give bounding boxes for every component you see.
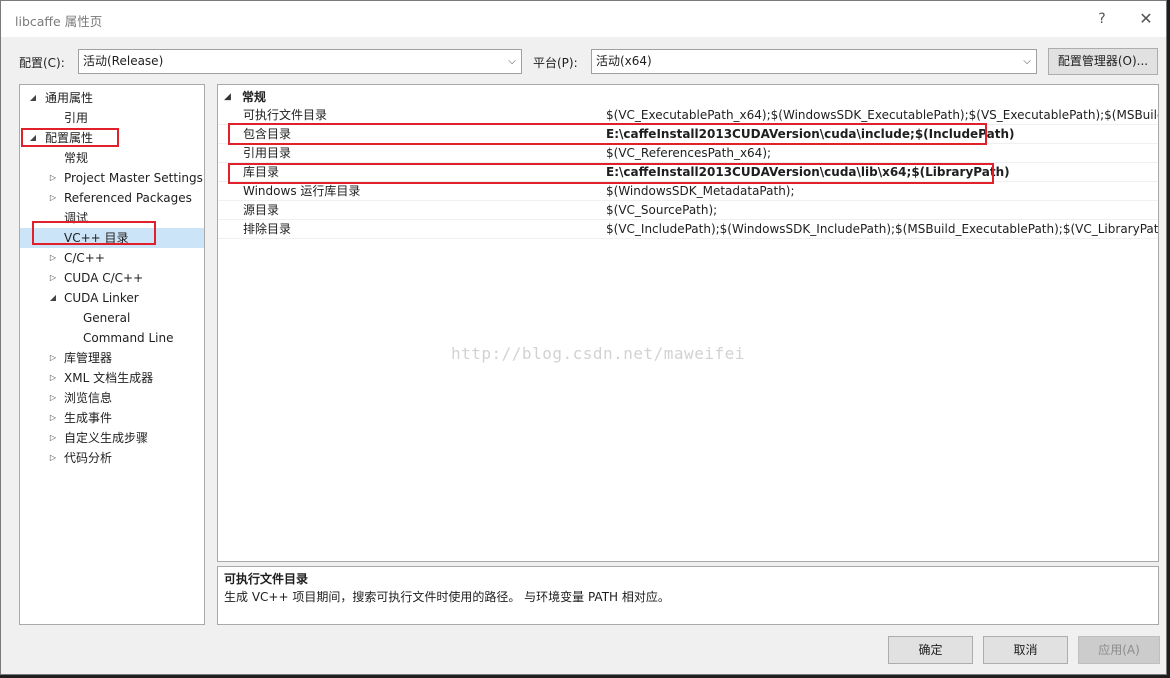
title-bar: libcaffe 属性页 ? ✕ — [1, 1, 1166, 37]
tree-item-label: C/C++ — [64, 251, 105, 265]
tree-item-label: Project Master Settings — [64, 171, 203, 185]
tree-item[interactable]: ◢ 通用属性 — [20, 88, 204, 108]
tree-item-label: 配置属性 — [45, 131, 94, 145]
tree-item[interactable]: Command Line — [20, 328, 204, 348]
help-button[interactable]: ? — [1089, 7, 1115, 31]
expand-icon[interactable]: ▷ — [48, 448, 58, 468]
tree-item-label: 引用 — [64, 111, 89, 125]
configuration-label: 配置(C): — [19, 56, 65, 70]
property-tree: ◢ 通用属性引用 ◢ 配置属性常规 ▷ Project Master Settings ▷ R… — [19, 84, 205, 625]
property-row[interactable]: 引用目录 $(VC_ReferencesPath_x64); — [218, 144, 1158, 163]
tree-item-label: 库管理器 — [64, 351, 113, 365]
property-row[interactable]: 排除目录 $(VC_IncludePath);$(WindowsSDK_Inclu… — [218, 220, 1158, 239]
close-button[interactable]: ✕ — [1133, 7, 1159, 31]
property-name: 库目录 — [243, 165, 280, 179]
expand-icon[interactable]: ▷ — [48, 408, 58, 428]
tree-item[interactable]: ◢ 配置属性 — [20, 128, 204, 148]
property-name: 源目录 — [243, 203, 280, 217]
tree-item-label: General — [83, 311, 131, 325]
collapse-icon[interactable]: ◢ — [48, 288, 58, 308]
tree-item[interactable]: ▷ 自定义生成步骤 — [20, 428, 204, 448]
property-pages-dialog: libcaffe 属性页 ? ✕ 配置(C): 活动(Release) ⌵ 平台… — [0, 0, 1167, 675]
tree-item[interactable]: ▷ Project Master Settings — [20, 168, 204, 188]
property-name: Windows 运行库目录 — [243, 184, 361, 198]
category-header-general[interactable]: ◢ 常规 — [218, 88, 1158, 106]
property-value[interactable]: $(VC_IncludePath);$(WindowsSDK_IncludePa… — [606, 220, 1158, 238]
property-row[interactable]: 可执行文件目录 $(VC_ExecutablePath_x64);$(Window… — [218, 106, 1158, 125]
property-value[interactable]: $(VC_ReferencesPath_x64); — [606, 144, 1158, 162]
tree-item[interactable]: ▷ CUDA C/C++ — [20, 268, 204, 288]
property-name: 引用目录 — [243, 146, 292, 160]
tree-item[interactable]: VC++ 目录 — [20, 228, 204, 248]
property-value[interactable]: E:\caffeInstall2013CUDAVersion\cuda\incl… — [606, 125, 1158, 143]
property-row[interactable]: 源目录 $(VC_SourcePath); — [218, 201, 1158, 220]
window-title: libcaffe 属性页 — [15, 14, 103, 29]
platform-label: 平台(P): — [533, 56, 578, 70]
tree-item-label: 通用属性 — [45, 91, 94, 105]
tree-item[interactable]: 调试 — [20, 208, 204, 228]
property-name: 可执行文件目录 — [243, 108, 328, 122]
configuration-value: 活动(Release) — [83, 54, 164, 68]
expand-icon[interactable]: ▷ — [48, 348, 58, 368]
tree-item[interactable]: 引用 — [20, 108, 204, 128]
property-value[interactable]: $(WindowsSDK_MetadataPath); — [606, 182, 1158, 200]
tree-item-label: CUDA C/C++ — [64, 271, 144, 285]
ok-button[interactable]: 确定 — [888, 636, 973, 664]
expand-icon[interactable]: ▷ — [48, 368, 58, 388]
tree-item[interactable]: 常规 — [20, 148, 204, 168]
expand-icon[interactable]: ▷ — [48, 388, 58, 408]
collapse-icon[interactable]: ◢ — [224, 88, 231, 106]
tree-item[interactable]: ▷ C/C++ — [20, 248, 204, 268]
platform-value: 活动(x64) — [596, 54, 652, 68]
tree-item-label: CUDA Linker — [64, 291, 139, 305]
property-row[interactable]: Windows 运行库目录 $(WindowsSDK_MetadataPath); — [218, 182, 1158, 201]
description-title: 可执行文件目录 — [224, 572, 309, 586]
property-name: 排除目录 — [243, 222, 292, 236]
configuration-dropdown[interactable]: 活动(Release) ⌵ — [78, 49, 522, 74]
tree-item[interactable]: ▷ 生成事件 — [20, 408, 204, 428]
tree-item-label: Command Line — [83, 331, 174, 345]
apply-button[interactable]: 应用(A) — [1078, 636, 1160, 664]
tree-item[interactable]: ▷ 代码分析 — [20, 448, 204, 468]
tree-item[interactable]: General — [20, 308, 204, 328]
chevron-down-icon: ⌵ — [508, 56, 516, 67]
tree-item[interactable]: ◢ CUDA Linker — [20, 288, 204, 308]
property-value[interactable]: E:\caffeInstall2013CUDAVersion\cuda\lib\… — [606, 163, 1158, 181]
configuration-bar: 配置(C): 活动(Release) ⌵ 平台(P): 活动(x64) ⌵ 配置… — [1, 48, 1166, 75]
property-row[interactable]: 包含目录 E:\caffeInstall2013CUDAVersion\cuda\… — [218, 125, 1158, 144]
property-value[interactable]: $(VC_SourcePath); — [606, 201, 1158, 219]
platform-dropdown[interactable]: 活动(x64) ⌵ — [591, 49, 1037, 74]
collapse-icon[interactable]: ◢ — [28, 88, 38, 108]
expand-icon[interactable]: ▷ — [48, 188, 58, 208]
collapse-icon[interactable]: ◢ — [28, 128, 38, 148]
description-panel: 可执行文件目录 生成 VC++ 项目期间，搜索可执行文件时使用的路径。 与环境变… — [217, 566, 1159, 625]
tree-item-label: 浏览信息 — [64, 391, 113, 405]
tree-item[interactable]: ▷ 浏览信息 — [20, 388, 204, 408]
property-name: 包含目录 — [243, 127, 292, 141]
expand-icon[interactable]: ▷ — [48, 268, 58, 288]
property-grid: ◢ 常规 可执行文件目录 $(VC_ExecutablePath_x64);$(W… — [217, 84, 1159, 562]
tree-item-label: 代码分析 — [64, 451, 113, 465]
tree-item-label: 自定义生成步骤 — [64, 431, 149, 445]
expand-icon[interactable]: ▷ — [48, 248, 58, 268]
configuration-manager-button[interactable]: 配置管理器(O)... — [1048, 48, 1158, 75]
watermark-text: http://blog.csdn.net/maweifei — [451, 344, 745, 363]
expand-icon[interactable]: ▷ — [48, 168, 58, 188]
cancel-button[interactable]: 取消 — [983, 636, 1068, 664]
tree-item[interactable]: ▷ Referenced Packages — [20, 188, 204, 208]
category-label: 常规 — [242, 90, 267, 104]
chevron-down-icon: ⌵ — [1023, 56, 1031, 67]
tree-item-label: 调试 — [64, 211, 89, 225]
tree-item-label: XML 文档生成器 — [64, 371, 154, 385]
tree-item-label: 常规 — [64, 151, 89, 165]
tree-item-label: VC++ 目录 — [64, 231, 129, 245]
property-row[interactable]: 库目录 E:\caffeInstall2013CUDAVersion\cuda\l… — [218, 163, 1158, 182]
tree-item-label: 生成事件 — [64, 411, 113, 425]
description-text: 生成 VC++ 项目期间，搜索可执行文件时使用的路径。 与环境变量 PATH 相… — [224, 590, 670, 604]
tree-item[interactable]: ▷ XML 文档生成器 — [20, 368, 204, 388]
tree-item-label: Referenced Packages — [64, 191, 192, 205]
tree-item[interactable]: ▷ 库管理器 — [20, 348, 204, 368]
property-value[interactable]: $(VC_ExecutablePath_x64);$(WindowsSDK_Ex… — [606, 106, 1158, 124]
expand-icon[interactable]: ▷ — [48, 428, 58, 448]
